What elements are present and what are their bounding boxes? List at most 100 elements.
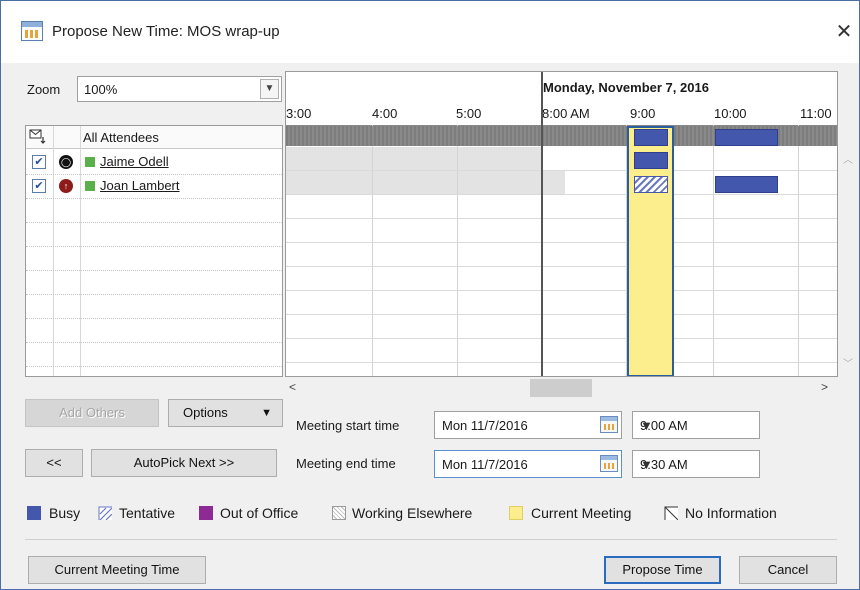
attendee-checkbox[interactable]: ✔ <box>32 179 46 193</box>
chevron-right-icon[interactable]: > <box>821 380 828 394</box>
grid-row-line <box>286 170 837 171</box>
end-date-field[interactable]: Mon 11/7/2016 <box>434 450 622 478</box>
horizontal-scrollbar[interactable]: < > <box>285 378 838 398</box>
grid-row-line <box>286 242 837 243</box>
organizer-icon: ◯ <box>59 155 73 169</box>
chevron-left-icon[interactable]: < <box>289 380 296 394</box>
footer-divider <box>25 539 837 540</box>
vertical-scrollbar[interactable]: ︿ ﹀ <box>839 125 859 377</box>
add-others-button[interactable]: Add Others <box>25 399 159 427</box>
grid-row-line <box>286 194 837 195</box>
calendar-picker-icon[interactable] <box>600 416 618 433</box>
attendee-list: All Attendees ✔ ◯ Jaime Odell ✔ ↑ Joan L… <box>25 125 283 377</box>
tentative-swatch <box>98 506 112 520</box>
end-date-value: Mon 11/7/2016 <box>442 457 528 472</box>
legend-out-of-office: Out of Office <box>220 505 299 521</box>
busy-block <box>715 129 778 146</box>
grid-row-line <box>286 338 837 339</box>
row-separator <box>26 366 282 367</box>
start-date-value: Mon 11/7/2016 <box>442 418 528 433</box>
legend-current-meeting: Current Meeting <box>531 505 632 521</box>
grid-row-line <box>286 266 837 267</box>
scrollbar-thumb[interactable] <box>530 379 592 397</box>
legend-busy: Busy <box>49 505 81 521</box>
row-separator <box>26 222 282 223</box>
chevron-up-icon[interactable]: ︿ <box>843 151 853 166</box>
busy-block <box>715 176 778 193</box>
window-title: Propose New Time: MOS wrap-up <box>52 23 280 40</box>
legend-tentative: Tentative <box>119 505 176 521</box>
attendee-checkbox[interactable]: ✔ <box>32 155 46 169</box>
time-tick: 3:00 <box>286 106 312 121</box>
time-tick: 11:00 <box>800 106 832 121</box>
attendee-list-header: All Attendees <box>26 126 282 149</box>
chevron-down-icon[interactable]: ▼ <box>640 418 753 433</box>
hour-line <box>713 125 714 376</box>
legend-working-elsewhere: Working Elsewhere <box>352 505 473 521</box>
grid-row-line <box>286 218 837 219</box>
zoom-select[interactable]: 100% ▼ <box>77 76 282 102</box>
hour-line <box>457 125 458 376</box>
column-divider <box>80 126 81 376</box>
caret-down-icon: ▼ <box>261 407 272 419</box>
meeting-end-label: Meeting end time <box>296 456 396 471</box>
required-attendee-icon: ↑ <box>59 179 73 193</box>
row-separator <box>26 174 282 175</box>
row-separator <box>26 294 282 295</box>
propose-time-button[interactable]: Propose Time <box>604 556 721 584</box>
zoom-label: Zoom <box>27 82 61 97</box>
time-tick: 10:00 <box>714 106 747 121</box>
meeting-start-label: Meeting start time <box>296 418 400 433</box>
hour-line <box>798 125 799 376</box>
cancel-button[interactable]: Cancel <box>739 556 837 584</box>
status-color-swatch <box>85 157 95 167</box>
all-attendees-label: All Attendees <box>83 130 159 145</box>
hour-line <box>372 125 373 376</box>
row-separator <box>26 270 282 271</box>
free-busy-grid[interactable]: Monday, November 7, 2016 3:00 4:00 5:00 … <box>285 71 838 377</box>
calendar-picker-icon[interactable] <box>600 455 618 472</box>
options-button[interactable]: Options ▼ <box>168 399 283 427</box>
row-separator <box>26 246 282 247</box>
grid-row-line <box>286 362 837 363</box>
options-label: Options <box>183 405 228 420</box>
time-tick: 8:00 AM <box>542 106 590 121</box>
end-time-select[interactable]: 9:30 AM ▼ <box>632 450 760 478</box>
tentative-block <box>634 176 668 193</box>
attendee-name[interactable]: Joan Lambert <box>100 178 180 193</box>
row-separator <box>26 318 282 319</box>
column-divider <box>53 126 54 376</box>
start-time-select[interactable]: 9:00 AM ▼ <box>632 411 760 439</box>
time-tick: 4:00 <box>372 106 398 121</box>
envelope-sort-icon[interactable] <box>29 129 47 145</box>
chevron-down-icon[interactable]: ﹀ <box>843 355 853 370</box>
day-divider <box>541 72 543 376</box>
attendee-name[interactable]: Jaime Odell <box>100 154 169 169</box>
chevron-down-icon[interactable]: ▼ <box>260 79 279 99</box>
time-tick: 9:00 <box>630 106 656 121</box>
grid-row-line <box>286 290 837 291</box>
no-information-swatch <box>664 506 678 520</box>
propose-new-time-dialog: Propose New Time: MOS wrap-up ✕ Zoom 100… <box>0 0 860 590</box>
out-of-office-swatch <box>199 506 213 520</box>
calendar-icon <box>21 21 43 41</box>
zoom-value: 100% <box>84 82 118 97</box>
grid-row-line <box>286 314 837 315</box>
working-elsewhere-swatch <box>332 506 346 520</box>
chevron-down-icon[interactable]: ▼ <box>640 457 753 472</box>
previous-button[interactable]: << <box>25 449 83 477</box>
row-separator <box>26 198 282 199</box>
start-date-field[interactable]: Mon 11/7/2016 <box>434 411 622 439</box>
no-information-block <box>543 171 565 194</box>
busy-block <box>634 152 668 169</box>
day-label: Monday, November 7, 2016 <box>543 80 709 95</box>
status-color-swatch <box>85 181 95 191</box>
row-separator <box>26 342 282 343</box>
legend-no-information: No Information <box>685 505 777 521</box>
time-tick: 5:00 <box>456 106 482 121</box>
autopick-next-button[interactable]: AutoPick Next >> <box>91 449 277 477</box>
busy-swatch <box>27 506 41 520</box>
current-meeting-time-button[interactable]: Current Meeting Time <box>28 556 206 584</box>
close-icon[interactable]: ✕ <box>833 19 855 44</box>
current-meeting-swatch <box>509 506 523 520</box>
